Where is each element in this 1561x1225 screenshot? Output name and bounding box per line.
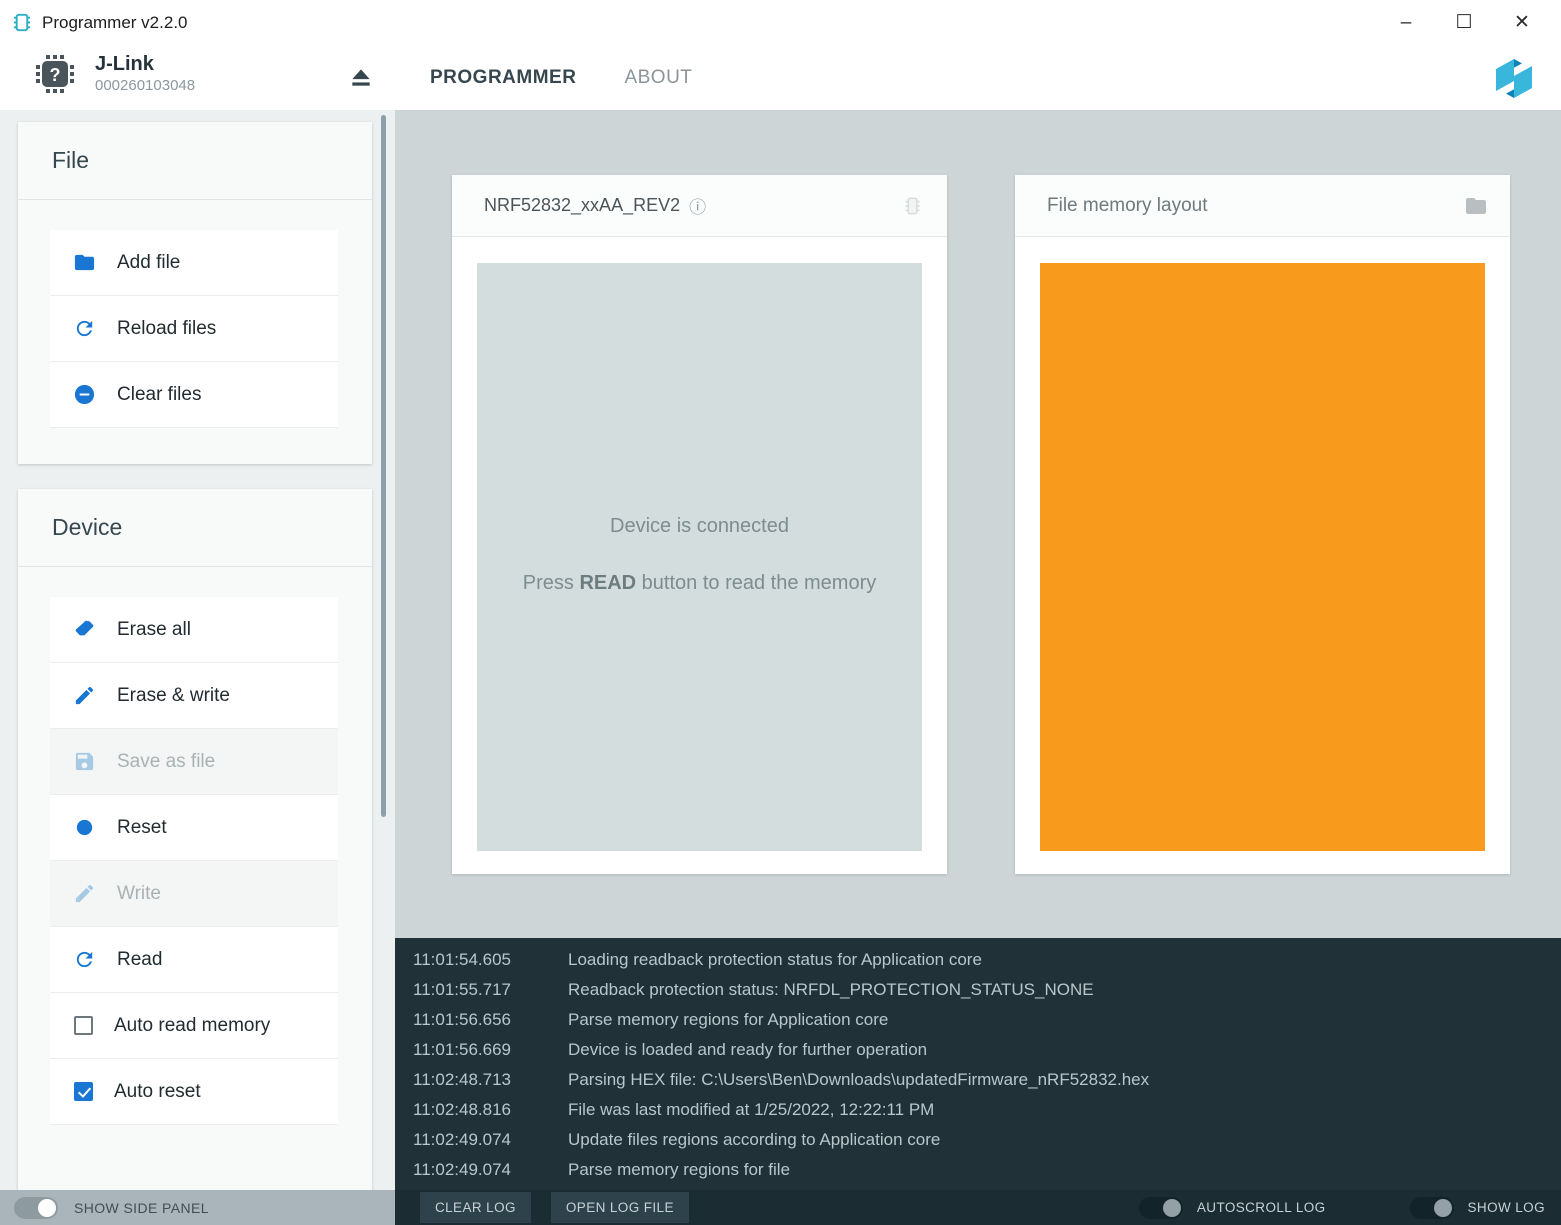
show-log-toggle[interactable] bbox=[1410, 1197, 1454, 1219]
show-side-panel-label: SHOW SIDE PANEL bbox=[74, 1200, 209, 1216]
pencil-icon bbox=[73, 882, 96, 905]
log-entry: 11:01:55.717Readback protection status: … bbox=[413, 975, 1561, 1005]
device-memory-card-header: NRF52832_xxAA_REV2 ⓘ bbox=[452, 175, 947, 237]
floppy-icon bbox=[73, 750, 96, 773]
auto-read-memory-checkbox[interactable]: Auto read memory bbox=[50, 993, 338, 1059]
title-bar: Programmer v2.2.0 – ☐ ✕ bbox=[0, 0, 1561, 45]
device-memory-card: NRF52832_xxAA_REV2 ⓘ Device is connected… bbox=[452, 175, 947, 874]
save-as-file-button: Save as file bbox=[50, 729, 338, 795]
file-memory-card-body bbox=[1015, 237, 1510, 874]
window-controls: – ☐ ✕ bbox=[1377, 0, 1551, 45]
device-name: J-Link bbox=[95, 52, 195, 76]
pencil-icon bbox=[73, 684, 96, 707]
chip-outline-icon bbox=[899, 193, 925, 219]
open-log-file-button[interactable]: OPEN LOG FILE bbox=[551, 1192, 689, 1223]
dot-circle-icon bbox=[73, 816, 96, 839]
svg-text:?: ? bbox=[50, 65, 61, 85]
device-memory-card-title: NRF52832_xxAA_REV2 bbox=[484, 195, 680, 216]
device-hint-text: Press READ button to read the memory bbox=[523, 566, 877, 600]
checkbox-checked-icon[interactable] bbox=[74, 1082, 93, 1101]
log-entry: 11:02:48.713Parsing HEX file: C:\Users\B… bbox=[413, 1065, 1561, 1095]
auto-reset-checkbox[interactable]: Auto reset bbox=[50, 1059, 338, 1125]
folder-open-icon bbox=[73, 251, 96, 274]
file-memory-card: File memory layout bbox=[1015, 175, 1510, 874]
show-log-label: SHOW LOG bbox=[1468, 1200, 1545, 1215]
minimize-button[interactable]: – bbox=[1377, 0, 1435, 45]
info-icon[interactable]: ⓘ bbox=[689, 193, 706, 218]
sidebar-scrollbar[interactable] bbox=[381, 115, 386, 817]
maximize-button[interactable]: ☐ bbox=[1435, 0, 1493, 45]
refresh-icon bbox=[73, 317, 96, 340]
autoscroll-log-label: AUTOSCROLL LOG bbox=[1197, 1200, 1326, 1215]
clear-log-button[interactable]: CLEAR LOG bbox=[420, 1192, 531, 1223]
log-entry: 11:01:56.669Device is loaded and ready f… bbox=[413, 1035, 1561, 1065]
eject-device-button[interactable] bbox=[346, 62, 376, 92]
add-file-button[interactable]: Add file bbox=[50, 230, 338, 296]
file-memory-region[interactable] bbox=[1040, 263, 1485, 851]
log-bottom-bar: CLEAR LOG OPEN LOG FILE AUTOSCROLL LOG S… bbox=[395, 1190, 1561, 1225]
tab-programmer[interactable]: PROGRAMMER bbox=[430, 67, 576, 89]
unknown-device-chip-icon: ? bbox=[33, 52, 77, 96]
nordic-logo bbox=[1489, 53, 1539, 103]
log-entry: 11:01:56.656Parse memory regions for App… bbox=[413, 1005, 1561, 1035]
device-section: Device Erase all Erase & write Save as f… bbox=[18, 489, 372, 1190]
show-side-panel-toggle[interactable] bbox=[14, 1197, 58, 1219]
file-section: File Add file Reload files Clear files bbox=[18, 122, 372, 464]
device-status-text: Device is connected bbox=[610, 515, 789, 538]
file-section-title: File bbox=[18, 122, 372, 200]
device-section-title: Device bbox=[18, 489, 372, 567]
tab-about[interactable]: ABOUT bbox=[624, 67, 692, 89]
close-button[interactable]: ✕ bbox=[1493, 0, 1551, 45]
main-tabs: PROGRAMMER ABOUT bbox=[430, 45, 692, 110]
clear-files-button[interactable]: Clear files bbox=[50, 362, 338, 428]
reload-files-button[interactable]: Reload files bbox=[50, 296, 338, 362]
folder-icon bbox=[1464, 194, 1488, 218]
log-entry: 11:02:49.074Parse memory regions for fil… bbox=[413, 1155, 1561, 1185]
device-memory-region: Device is connected Press READ button to… bbox=[477, 263, 922, 851]
file-memory-card-title: File memory layout bbox=[1047, 195, 1208, 217]
checkbox-unchecked-icon[interactable] bbox=[74, 1016, 93, 1035]
erase-and-write-button[interactable]: Erase & write bbox=[50, 663, 338, 729]
erase-all-button[interactable]: Erase all bbox=[50, 597, 338, 663]
app-header: ? J-Link 000260103048 PROGRAMMER ABOUT bbox=[0, 45, 1561, 110]
log-entry: 11:02:48.816File was last modified at 1/… bbox=[413, 1095, 1561, 1125]
log-entry: 11:01:54.605Loading readback protection … bbox=[413, 945, 1561, 975]
eraser-icon bbox=[73, 618, 96, 641]
side-panel-bottom-bar: SHOW SIDE PANEL bbox=[0, 1190, 395, 1225]
read-button[interactable]: Read bbox=[50, 927, 338, 993]
side-panel: File Add file Reload files Clear files bbox=[0, 110, 395, 1190]
autoscroll-log-toggle[interactable] bbox=[1139, 1197, 1183, 1219]
minus-circle-icon bbox=[73, 383, 96, 406]
refresh-icon bbox=[73, 948, 96, 971]
memory-layout-canvas: NRF52832_xxAA_REV2 ⓘ Device is connected… bbox=[395, 110, 1561, 938]
log-entry: 11:02:49.074Update files regions accordi… bbox=[413, 1125, 1561, 1155]
device-serial: 000260103048 bbox=[95, 76, 195, 96]
device-selector[interactable]: ? J-Link 000260103048 bbox=[33, 52, 195, 96]
device-memory-card-body: Device is connected Press READ button to… bbox=[452, 237, 947, 874]
app-title: Programmer v2.2.0 bbox=[42, 13, 188, 33]
log-panel[interactable]: 11:01:54.605Loading readback protection … bbox=[395, 938, 1561, 1190]
write-button: Write bbox=[50, 861, 338, 927]
file-memory-card-header: File memory layout bbox=[1015, 175, 1510, 237]
app-chip-icon bbox=[10, 11, 33, 34]
reset-button[interactable]: Reset bbox=[50, 795, 338, 861]
